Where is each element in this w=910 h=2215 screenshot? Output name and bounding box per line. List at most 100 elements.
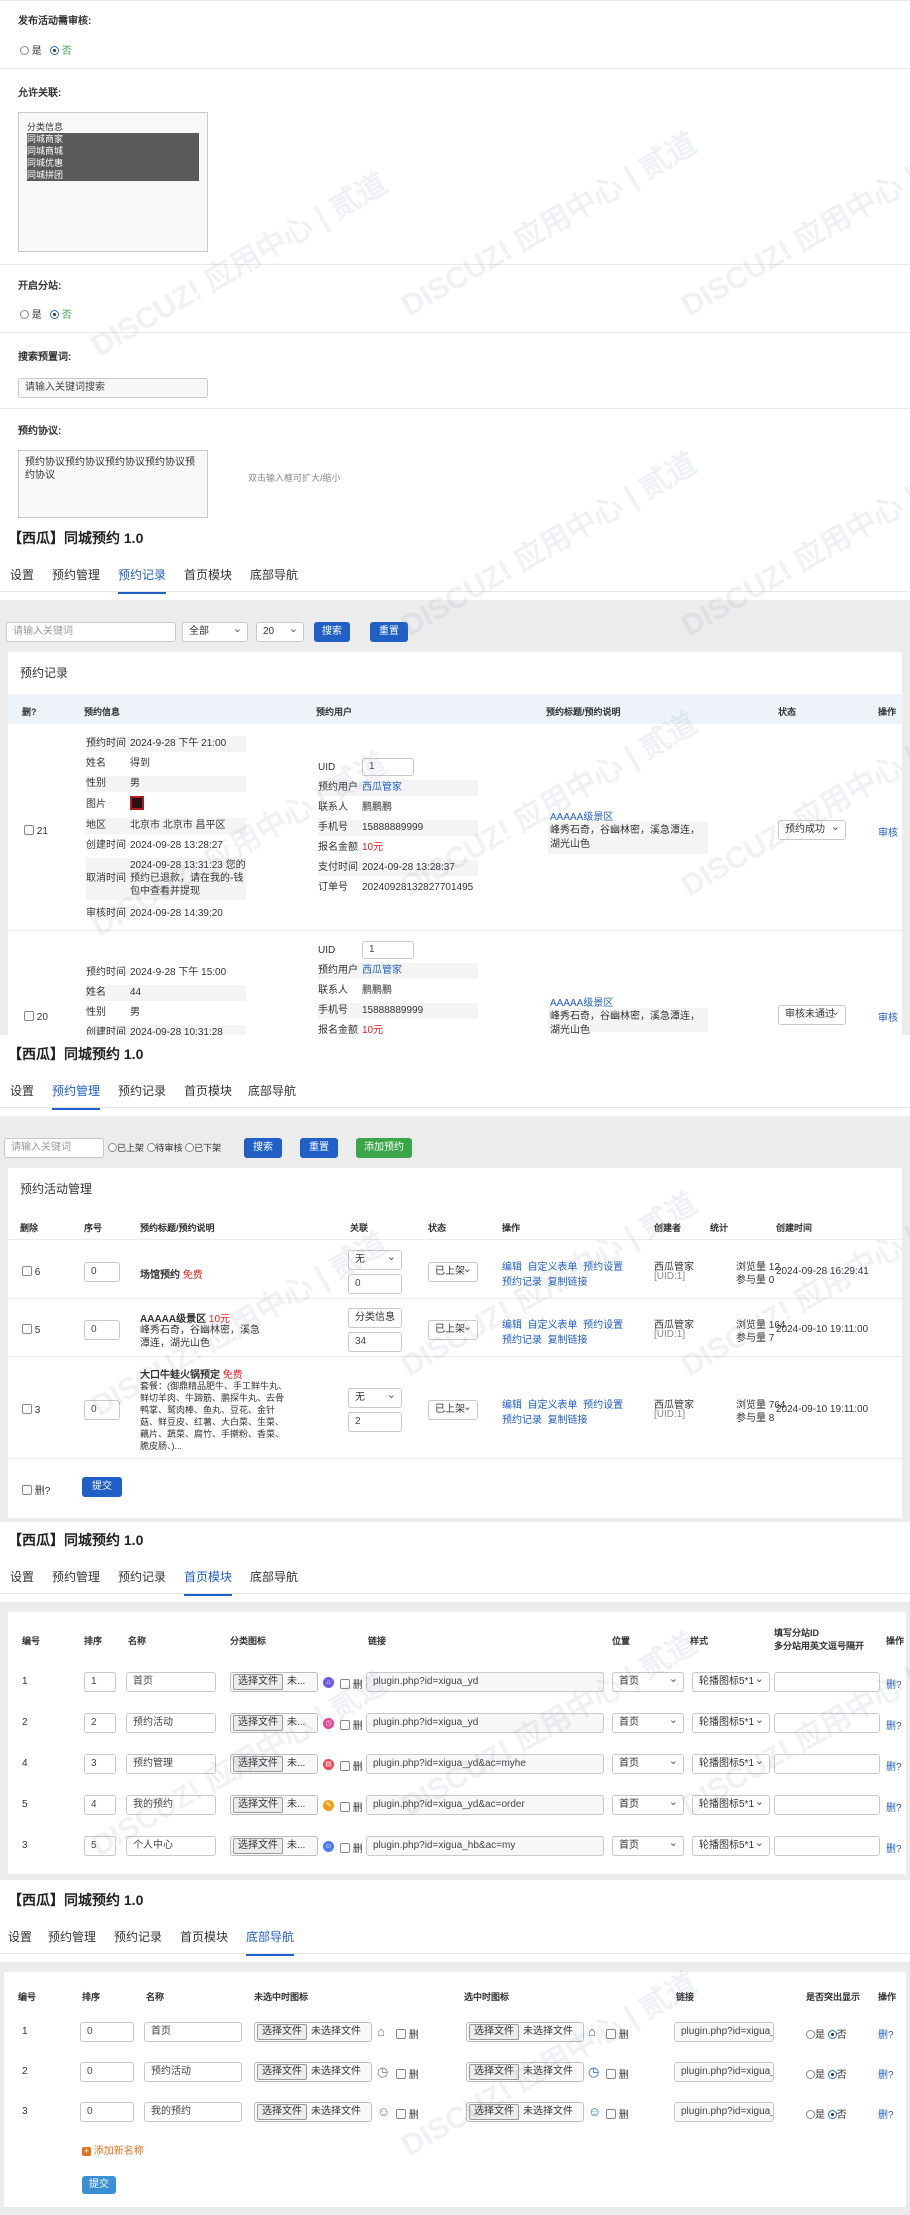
manage-bulk-delete-checkbox[interactable]	[22, 1485, 32, 1495]
tab-manage[interactable]: 预约管理	[48, 1928, 96, 1945]
nav-icon-off-delete-checkbox[interactable]	[396, 2069, 406, 2079]
home-link-input[interactable]: plugin.php?id=xigua_yd&ac=order	[366, 1795, 604, 1815]
nav-highlight-no-radio[interactable]	[827, 2110, 837, 2119]
home-fenzhan-input[interactable]	[774, 1713, 880, 1733]
home-order-input[interactable]: 5	[84, 1836, 116, 1856]
nav-link-input[interactable]: plugin.php?id=xigua_yc	[674, 2062, 774, 2082]
manage-3-ops2[interactable]: 预约记录 复制链接	[502, 1411, 588, 1426]
home-order-input[interactable]: 1	[84, 1672, 116, 1692]
home-name-input[interactable]: 首页	[126, 1672, 216, 1692]
tab-manage[interactable]: 预约管理	[52, 1082, 101, 1110]
manage-6-rel-input[interactable]: 0	[348, 1274, 402, 1294]
home-style-select[interactable]: 轮播图标5*1	[692, 1754, 770, 1774]
manage-3-order-input[interactable]: 0	[84, 1400, 120, 1420]
manage-3-status-select[interactable]: 已上架	[428, 1400, 478, 1420]
home-icon-file-button[interactable]: 选择文件 未...	[230, 1672, 318, 1692]
manage-5-ops1[interactable]: 编辑 自定义表单 预约设置	[502, 1316, 623, 1331]
link-option-3[interactable]: 同城优惠	[27, 157, 63, 169]
nav-icon-off-file-button[interactable]: 选择文件 未选择文件	[254, 2102, 372, 2122]
home-pos-select[interactable]: 首页	[612, 1836, 684, 1856]
tab-settings[interactable]: 设置	[8, 1928, 32, 1945]
tab-records[interactable]: 预约记录	[118, 566, 167, 594]
nav-icon-on-delete-checkbox[interactable]	[606, 2069, 616, 2079]
manage-6-ops1[interactable]: 编辑 自定义表单 预约设置	[502, 1258, 623, 1273]
home-name-input[interactable]: 个人中心	[126, 1836, 216, 1856]
home-style-select[interactable]: 轮播图标5*1	[692, 1795, 770, 1815]
manage-5-ops2[interactable]: 预约记录 复制链接	[502, 1331, 588, 1346]
nav-row-delete-link[interactable]: 删?	[878, 2106, 894, 2121]
home-order-input[interactable]: 2	[84, 1713, 116, 1733]
home-order-input[interactable]: 3	[84, 1754, 116, 1774]
nav-icon-on-delete-checkbox[interactable]	[606, 2109, 616, 2119]
home-name-input[interactable]: 预约活动	[126, 1713, 216, 1733]
home-order-input[interactable]: 4	[84, 1795, 116, 1815]
record-20-uid-input[interactable]: 1	[362, 941, 414, 959]
nav-order-input[interactable]: 0	[80, 2022, 134, 2042]
home-name-input[interactable]: 预约管理	[126, 1754, 216, 1774]
fenzhan-yes-radio[interactable]	[20, 310, 29, 319]
fenzhan-no-radio[interactable]	[50, 310, 60, 319]
search-hint-input[interactable]: 请输入关键词搜索	[18, 378, 208, 398]
manage-6-order-input[interactable]: 0	[84, 1262, 120, 1282]
nav-submit-button[interactable]: 提交	[82, 2176, 116, 2194]
manage-search-input[interactable]: 请输入关键词	[4, 1138, 104, 1158]
home-fenzhan-input[interactable]	[774, 1672, 880, 1692]
manage-5-status-select[interactable]: 已上架	[428, 1320, 478, 1340]
home-fenzhan-input[interactable]	[774, 1754, 880, 1774]
record-21-checkbox[interactable]	[24, 825, 34, 835]
record-20-checkbox[interactable]	[24, 1011, 34, 1021]
tab-home-module[interactable]: 首页模块	[180, 1928, 228, 1945]
records-status-select[interactable]: 全部	[182, 622, 248, 642]
home-fenzhan-input[interactable]	[774, 1836, 880, 1856]
nav-icon-on-file-button[interactable]: 选择文件 未选择文件	[466, 2102, 584, 2122]
home-style-select[interactable]: 轮播图标5*1	[692, 1713, 770, 1733]
tab-manage[interactable]: 预约管理	[52, 566, 100, 583]
home-icon-delete-checkbox[interactable]	[340, 1843, 350, 1853]
home-style-select[interactable]: 轮播图标5*1	[692, 1672, 770, 1692]
nav-highlight-yes-radio[interactable]	[806, 2070, 815, 2079]
tab-settings[interactable]: 设置	[10, 1568, 34, 1585]
manage-submit-button[interactable]: 提交	[82, 1477, 122, 1497]
manage-6-ops2[interactable]: 预约记录 复制链接	[502, 1273, 588, 1288]
record-20-title-link[interactable]: AAAAA级景区	[550, 994, 613, 1009]
link-option-4[interactable]: 同城拼团	[27, 169, 63, 181]
manage-6-rel-select[interactable]: 无	[348, 1250, 402, 1270]
tab-home-module[interactable]: 首页模块	[184, 1568, 233, 1596]
nav-name-input[interactable]: 预约活动	[144, 2062, 242, 2082]
manage-3-checkbox[interactable]	[22, 1404, 32, 1414]
home-style-select[interactable]: 轮播图标5*1	[692, 1836, 770, 1856]
nav-link-input[interactable]: plugin.php?id=xigua_hb	[674, 2022, 774, 2042]
record-21-uid-input[interactable]: 1	[362, 758, 414, 776]
manage-search-button[interactable]: 搜索	[244, 1138, 282, 1158]
review-yes-radio[interactable]	[20, 46, 29, 55]
manage-reset-button[interactable]: 重置	[300, 1138, 338, 1158]
nav-icon-off-delete-checkbox[interactable]	[396, 2029, 406, 2039]
manage-5-checkbox[interactable]	[22, 1324, 32, 1334]
review-no-radio[interactable]	[50, 46, 60, 55]
home-link-input[interactable]: plugin.php?id=xigua_yd&ac=myhe	[366, 1754, 604, 1774]
home-fenzhan-input[interactable]	[774, 1795, 880, 1815]
tab-bottom-nav[interactable]: 底部导航	[250, 566, 298, 583]
nav-icon-off-delete-checkbox[interactable]	[396, 2109, 406, 2119]
nav-name-input[interactable]: 我的预约	[144, 2102, 242, 2122]
nav-add-new[interactable]: + 添加新名称	[82, 2142, 144, 2157]
nav-order-input[interactable]: 0	[80, 2102, 134, 2122]
home-row-delete-link[interactable]: 删?	[886, 1799, 902, 1814]
nav-link-input[interactable]: plugin.php?id=xigua_yc	[674, 2102, 774, 2122]
manage-5-rel-select[interactable]: 分类信息	[348, 1308, 402, 1328]
nav-highlight-yes-radio[interactable]	[806, 2030, 815, 2039]
record-21-review-link[interactable]: 审核	[878, 824, 898, 839]
nav-icon-on-file-button[interactable]: 选择文件 未选择文件	[466, 2062, 584, 2082]
tab-home-module[interactable]: 首页模块	[184, 1082, 232, 1099]
home-icon-file-button[interactable]: 选择文件 未...	[230, 1713, 318, 1733]
tab-home-module[interactable]: 首页模块	[184, 566, 232, 583]
tab-records[interactable]: 预约记录	[118, 1082, 166, 1099]
nav-highlight-no-radio[interactable]	[827, 2070, 837, 2079]
home-pos-select[interactable]: 首页	[612, 1795, 684, 1815]
tab-records[interactable]: 预约记录	[114, 1928, 162, 1945]
agreement-textarea[interactable]: 预约协议预约协议预约协议预约协议预约协议	[18, 450, 208, 518]
records-search-button[interactable]: 搜索	[314, 622, 350, 642]
nav-name-input[interactable]: 首页	[144, 2022, 242, 2042]
home-pos-select[interactable]: 首页	[612, 1713, 684, 1733]
nav-icon-off-file-button[interactable]: 选择文件 未选择文件	[254, 2022, 372, 2042]
